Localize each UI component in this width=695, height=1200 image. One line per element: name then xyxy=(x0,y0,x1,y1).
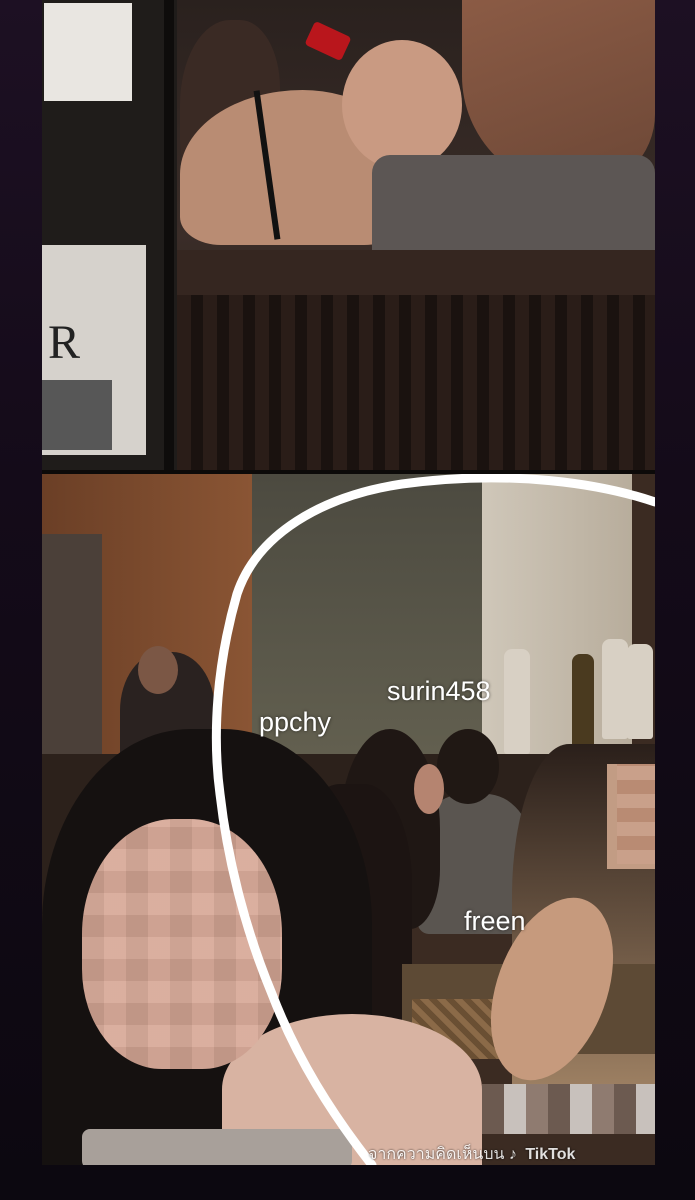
shelf-post xyxy=(164,0,174,470)
tiktok-icon: ♪ xyxy=(508,1146,517,1163)
watermark-brand: TikTok xyxy=(525,1146,576,1163)
bottom-photo: surin458 ppchy freen จากความคิดเห็นบน ♪ … xyxy=(42,474,655,1165)
wood-slat-panel xyxy=(177,295,655,470)
annotation-circle xyxy=(211,474,655,1165)
hand-holding-phone xyxy=(342,40,462,170)
magazine-letter-graphic: R xyxy=(48,316,81,369)
tag-ppchy: ppchy xyxy=(259,707,332,737)
watermark-text: จากความคิดเห็นบน xyxy=(368,1146,505,1163)
top-photo: R xyxy=(42,0,655,470)
shelf-paper xyxy=(44,3,132,101)
tiktok-watermark: จากความคิดเห็นบน ♪ TikTok xyxy=(368,1142,575,1165)
counter-top xyxy=(177,250,655,295)
screenshot-frame: R surin458 ppchy freen จากความคิดเห็นบน … xyxy=(42,0,655,1165)
shelf: R xyxy=(42,0,177,470)
tag-freen: freen xyxy=(464,906,526,936)
shelf-picture xyxy=(42,380,112,450)
tag-surin458: surin458 xyxy=(387,676,491,706)
